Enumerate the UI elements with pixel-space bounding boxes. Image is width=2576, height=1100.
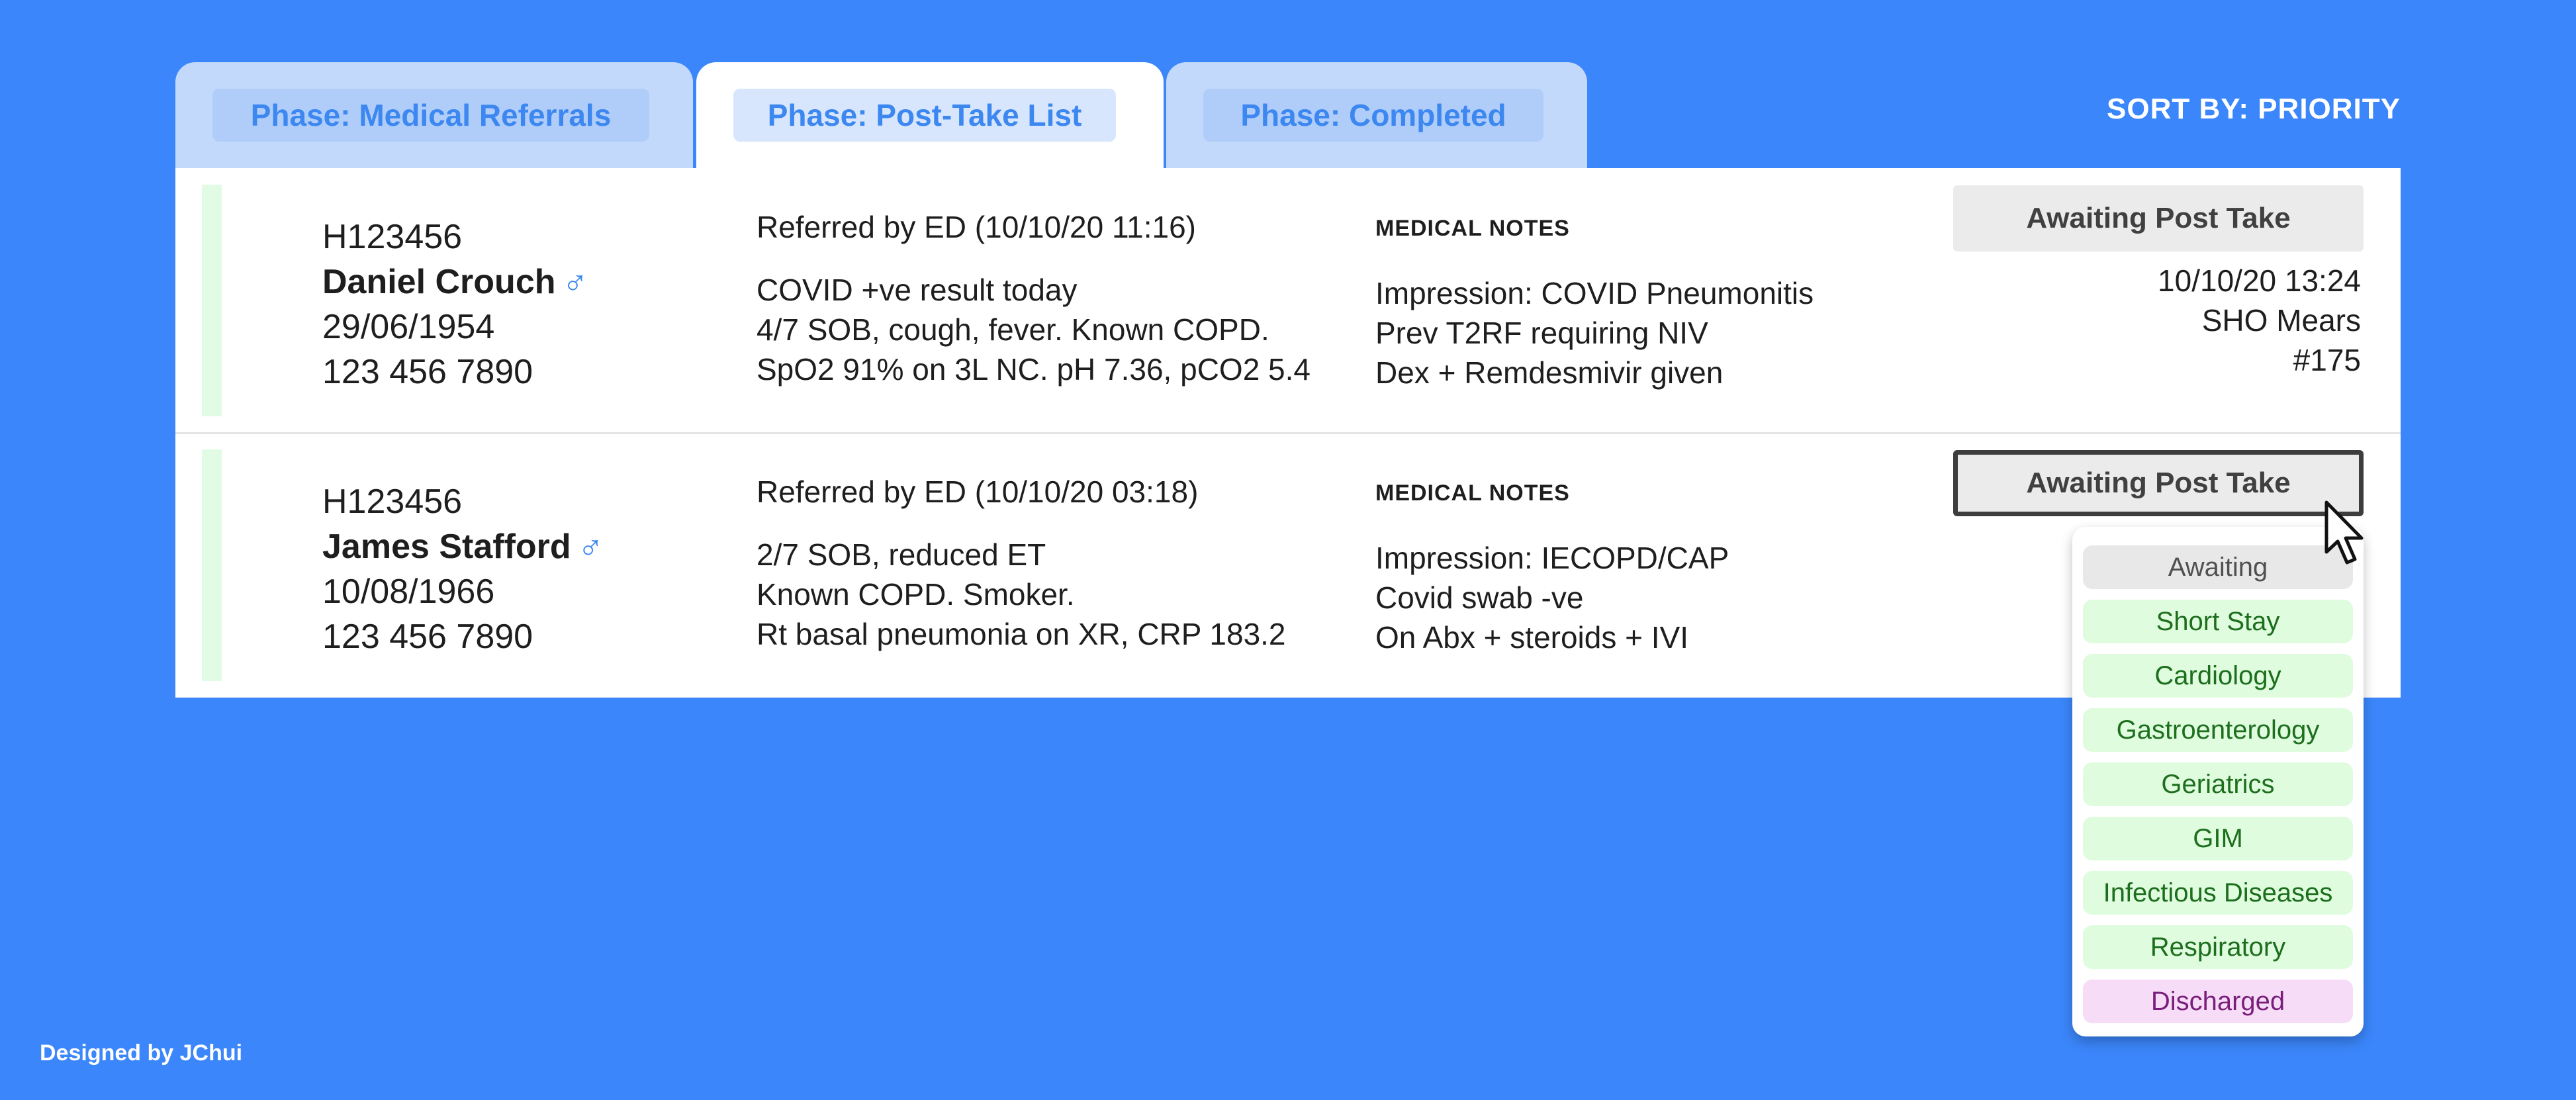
mouse-cursor-icon: [2324, 500, 2364, 565]
patient-details: H123456 James Stafford ♂ 10/08/1966 123 4…: [322, 479, 604, 659]
tab-label: Phase: Post-Take List: [733, 89, 1116, 142]
reference-number: #175: [2293, 343, 2361, 377]
sort-by-control[interactable]: SORT BY: PRIORITY: [2107, 93, 2401, 126]
status-option-short-stay[interactable]: Short Stay: [2083, 600, 2353, 643]
phone-number: 123 456 7890: [322, 353, 533, 391]
status-option-awaiting[interactable]: Awaiting: [2083, 545, 2353, 589]
tab-label: Phase: Completed: [1203, 89, 1543, 142]
patient-row[interactable]: H123456 Daniel Crouch ♂ 29/06/1954 123 45…: [175, 168, 2401, 434]
hospital-number: H123456: [322, 218, 463, 256]
status-option-infectious-diseases[interactable]: Infectious Diseases: [2083, 871, 2353, 915]
tab-post-take-list[interactable]: Phase: Post-Take List: [696, 62, 1164, 168]
referral-line: COVID +ve result today: [757, 273, 1078, 307]
notes-line: Covid swab -ve: [1375, 580, 1584, 615]
status-dropdown-menu: Awaiting Short Stay Cardiology Gastroent…: [2072, 527, 2364, 1036]
male-icon: ♂: [577, 527, 604, 566]
status-dropdown-button[interactable]: Awaiting Post Take: [1953, 185, 2364, 252]
patient-name: James Stafford: [322, 527, 571, 566]
patient-row[interactable]: H123456 James Stafford ♂ 10/08/1966 123 4…: [175, 433, 2401, 698]
post-take-timestamp: 10/10/20 13:24: [2158, 263, 2361, 298]
tab-completed[interactable]: Phase: Completed: [1166, 62, 1587, 168]
medical-notes: MEDICAL NOTES Impression: IECOPD/CAP Cov…: [1375, 481, 1729, 657]
notes-line: Prev T2RF requiring NIV: [1375, 316, 1708, 350]
footer-credit: Designed by JChui: [40, 1040, 243, 1066]
notes-line: On Abx + steroids + IVI: [1375, 620, 1689, 655]
patient-name: Daniel Crouch: [322, 263, 556, 301]
notes-line: Dex + Remdesmivir given: [1375, 355, 1724, 390]
referral-line: 4/7 SOB, cough, fever. Known COPD.: [757, 312, 1269, 347]
notes-line: Impression: IECOPD/CAP: [1375, 541, 1729, 575]
status-option-respiratory[interactable]: Respiratory: [2083, 925, 2353, 969]
clinician-name: SHO Mears: [2201, 303, 2361, 338]
referral-summary: Referred by ED (10/10/20 03:18) 2/7 SOB,…: [757, 474, 1286, 654]
status-option-discharged[interactable]: Discharged: [2083, 980, 2353, 1023]
post-take-meta: 10/10/20 13:24 SHO Mears #175: [2158, 261, 2361, 380]
date-of-birth: 29/06/1954: [322, 308, 495, 346]
status-option-geriatrics[interactable]: Geriatrics: [2083, 762, 2353, 806]
referral-line: Rt basal pneumonia on XR, CRP 183.2: [757, 617, 1286, 651]
status-option-gastroenterology[interactable]: Gastroenterology: [2083, 708, 2353, 752]
status-option-gim[interactable]: GIM: [2083, 817, 2353, 860]
notes-line: Impression: COVID Pneumonitis: [1375, 276, 1814, 310]
priority-stripe: [202, 449, 222, 681]
tab-medical-referrals[interactable]: Phase: Medical Referrals: [175, 62, 693, 168]
referral-line: 2/7 SOB, reduced ET: [757, 537, 1046, 572]
medical-notes: MEDICAL NOTES Impression: COVID Pneumoni…: [1375, 216, 1814, 392]
priority-stripe: [202, 185, 222, 416]
medical-notes-title: MEDICAL NOTES: [1375, 216, 1570, 241]
hospital-number: H123456: [322, 482, 463, 521]
referral-summary: Referred by ED (10/10/20 11:16) COVID +v…: [757, 209, 1311, 389]
male-icon: ♂: [562, 263, 588, 301]
referral-line: SpO2 91% on 3L NC. pH 7.36, pCO2 5.4: [757, 352, 1311, 387]
phone-number: 123 456 7890: [322, 618, 533, 656]
tab-label: Phase: Medical Referrals: [212, 89, 649, 142]
referral-title: Referred by ED (10/10/20 11:16): [757, 210, 1196, 244]
status-dropdown-button[interactable]: Awaiting Post Take: [1953, 450, 2364, 516]
referral-line: Known COPD. Smoker.: [757, 577, 1075, 612]
referral-title: Referred by ED (10/10/20 03:18): [757, 475, 1199, 509]
patient-list: H123456 Daniel Crouch ♂ 29/06/1954 123 45…: [175, 168, 2401, 698]
medical-notes-title: MEDICAL NOTES: [1375, 481, 1570, 506]
date-of-birth: 10/08/1966: [322, 573, 495, 611]
status-option-cardiology[interactable]: Cardiology: [2083, 654, 2353, 698]
patient-details: H123456 Daniel Crouch ♂ 29/06/1954 123 45…: [322, 214, 588, 394]
